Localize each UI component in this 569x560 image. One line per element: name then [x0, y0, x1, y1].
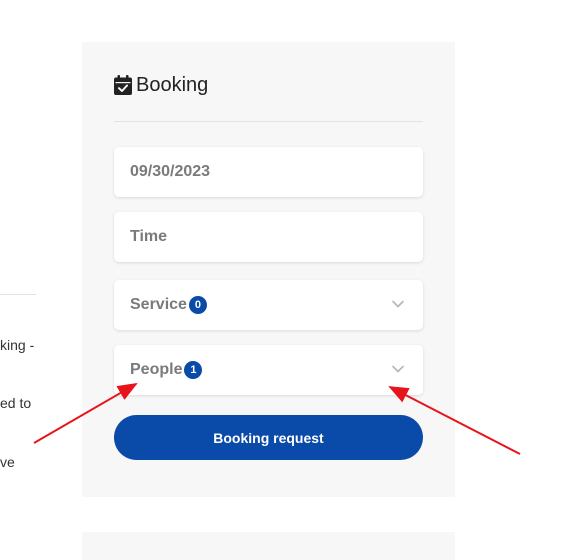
people-count-badge: 1: [184, 361, 203, 379]
booking-panel: Booking 09/30/2023 Time Service 0 People…: [82, 42, 455, 497]
service-count-badge: 0: [188, 296, 207, 314]
date-field[interactable]: 09/30/2023: [114, 147, 423, 197]
page: king - ed to ve Booking 09/30/2023 Time: [0, 0, 569, 560]
people-select[interactable]: People 1: [114, 345, 423, 395]
background-text-line-1: king -: [0, 337, 35, 353]
booking-request-button[interactable]: Booking request: [114, 415, 423, 460]
calendar-check-icon: [114, 75, 132, 95]
chevron-down-icon: [392, 300, 404, 308]
date-value: 09/30/2023: [130, 163, 211, 180]
time-placeholder: Time: [130, 228, 168, 245]
booking-header: Booking: [114, 72, 208, 98]
people-label: People: [130, 361, 183, 378]
service-label: Service: [130, 296, 187, 313]
background-text-line-3: ve: [0, 454, 15, 470]
background-text-line-2: ed to: [0, 395, 32, 411]
chevron-down-icon: [392, 365, 404, 373]
booking-title: Booking: [136, 73, 209, 96]
time-field[interactable]: Time: [114, 212, 423, 262]
header-divider: [114, 121, 423, 122]
left-divider: [0, 294, 36, 295]
service-select[interactable]: Service 0: [114, 280, 423, 330]
next-panel: [82, 532, 455, 560]
